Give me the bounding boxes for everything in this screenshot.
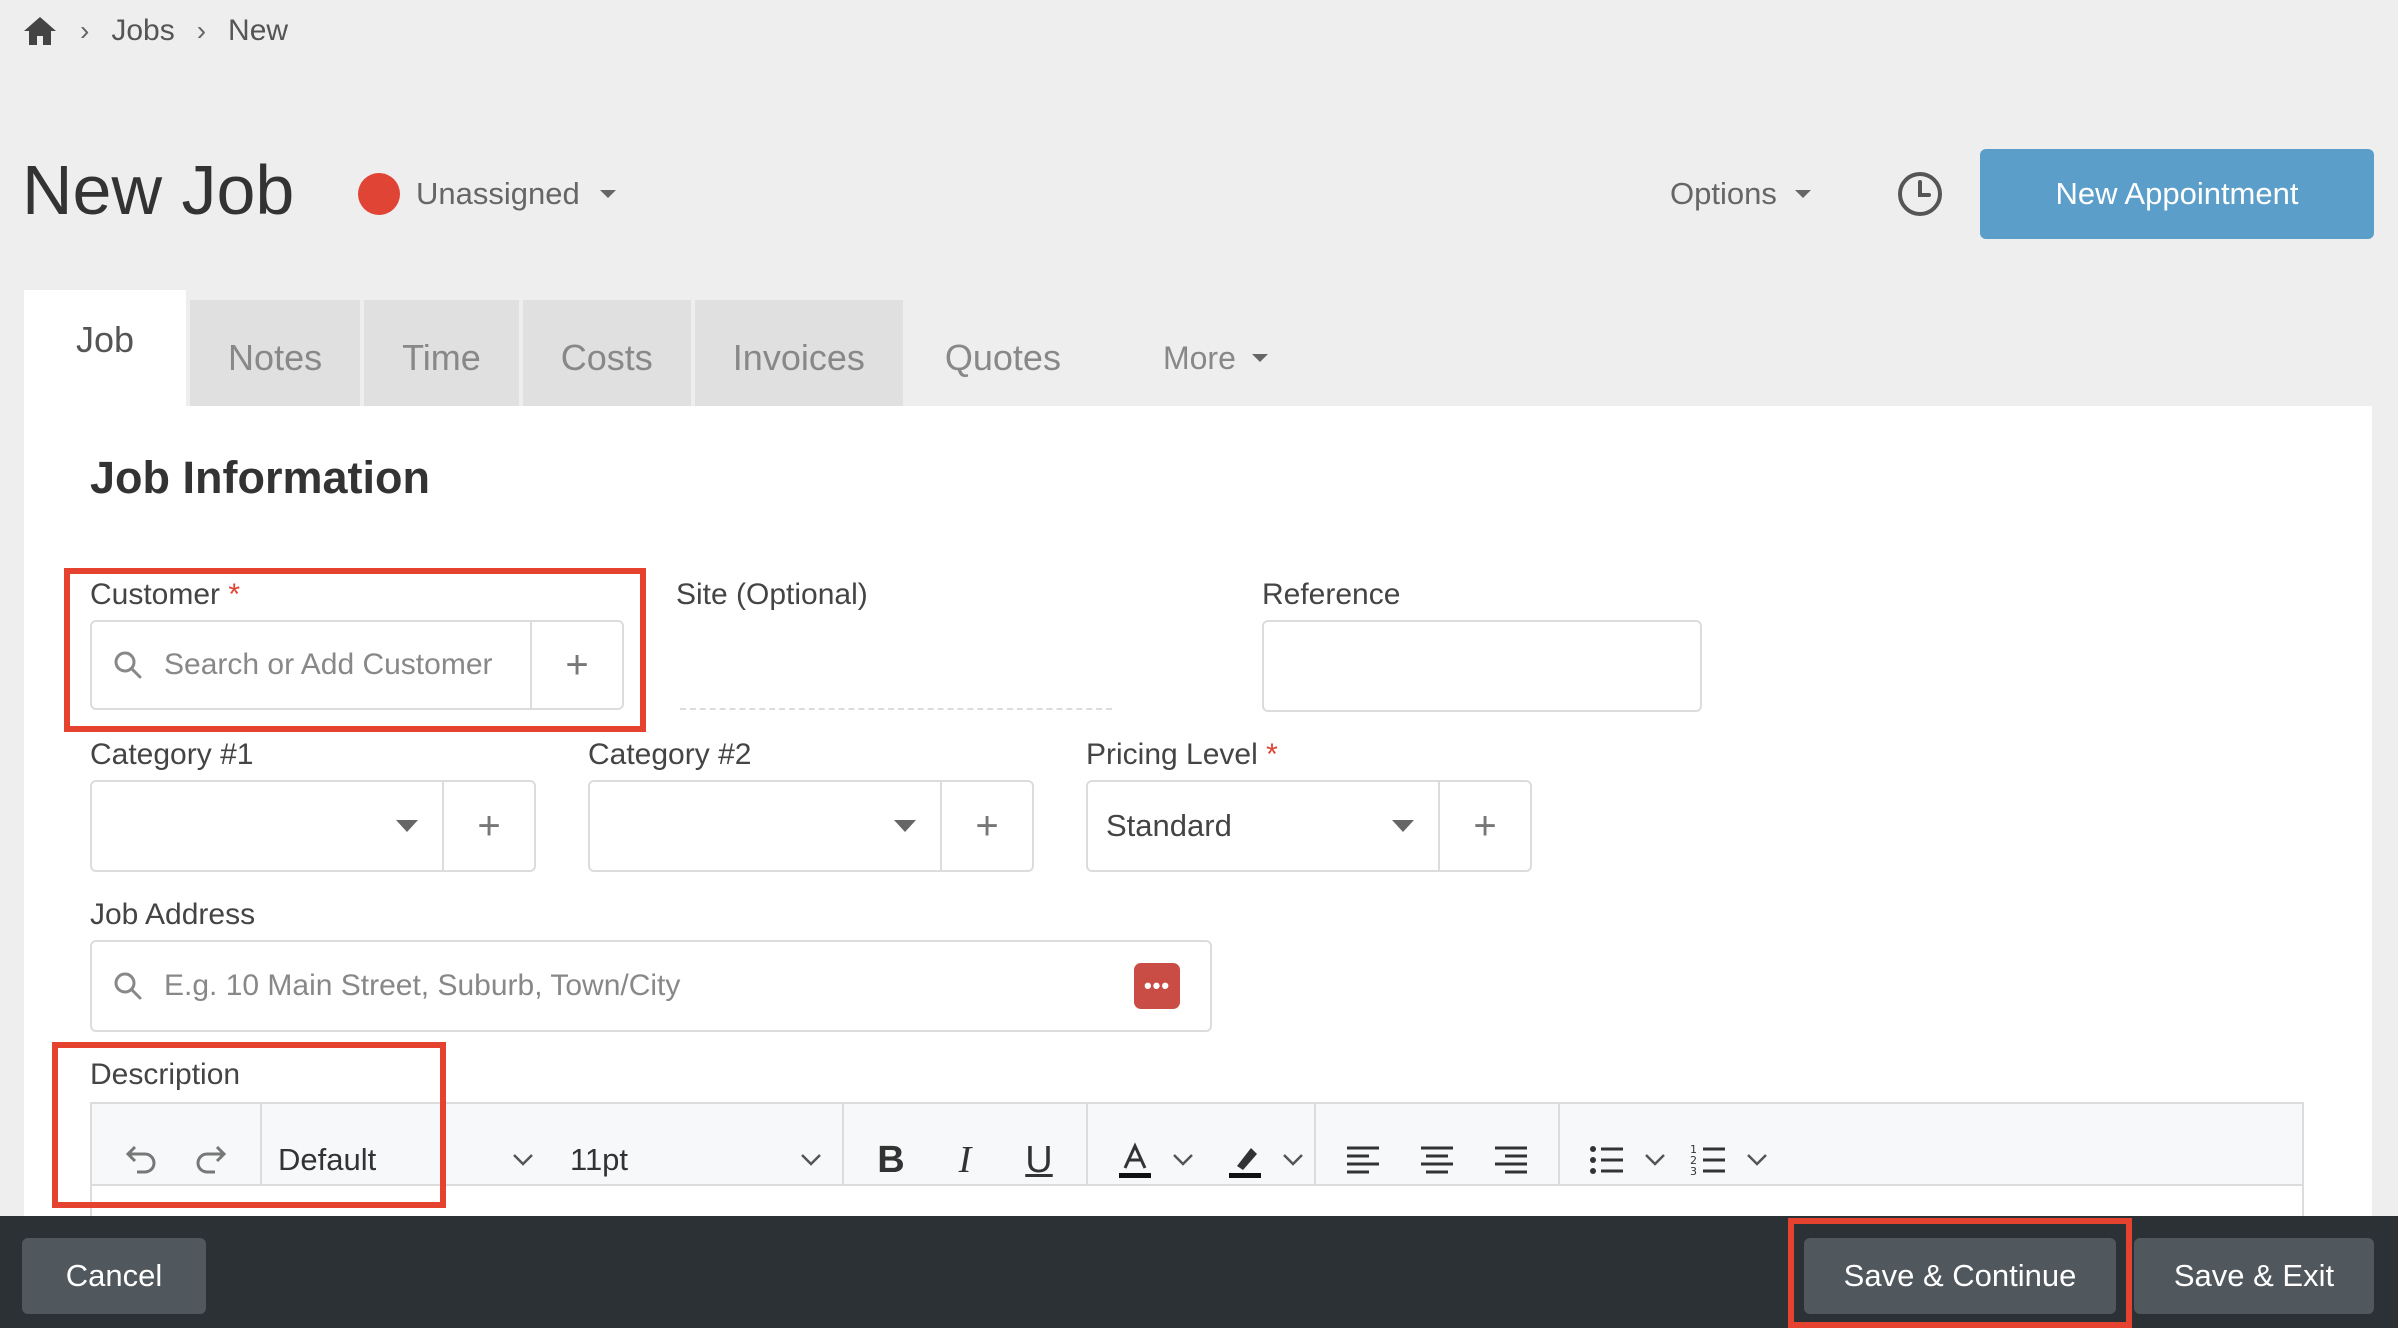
category1-select[interactable] — [92, 782, 442, 870]
add-category2-button[interactable]: + — [940, 782, 1032, 870]
chevron-down-icon[interactable] — [1746, 1153, 1768, 1167]
footer-action-bar: Cancel Save & Continue Save & Exit — [0, 1216, 2398, 1328]
options-label: Options — [1670, 176, 1777, 211]
chevron-down-icon[interactable] — [1644, 1153, 1666, 1167]
search-icon — [92, 942, 164, 1030]
category2-label: Category #2 — [588, 738, 752, 771]
address-field: ••• — [90, 940, 1212, 1032]
category2-field: + — [588, 780, 1034, 872]
caret-down-icon — [1392, 820, 1414, 832]
address-label: Job Address — [90, 898, 256, 931]
pricing-select[interactable]: Standard — [1088, 782, 1438, 870]
chevron-right-icon: › — [196, 15, 207, 46]
save-exit-button[interactable]: Save & Exit — [2134, 1238, 2374, 1314]
tab-more[interactable]: More — [1103, 300, 1320, 416]
reference-field — [1262, 620, 1702, 712]
new-appointment-button[interactable]: New Appointment — [1980, 149, 2374, 239]
required-mark: * — [1266, 738, 1278, 771]
cancel-button[interactable]: Cancel — [22, 1238, 206, 1314]
svg-text:3: 3 — [1690, 1165, 1697, 1178]
tab-time[interactable]: Time — [364, 300, 519, 416]
editor-body[interactable] — [90, 1184, 2304, 1216]
customer-field: + — [90, 620, 624, 710]
category1-field: + — [90, 780, 536, 872]
description-label: Description — [90, 1058, 241, 1091]
tab-more-label: More — [1162, 339, 1236, 376]
chevron-right-icon: › — [80, 15, 90, 46]
caret-down-icon — [1794, 190, 1811, 198]
category1-label: Category #1 — [90, 738, 254, 771]
job-form-panel: Job Information Customer * + Site (Optio… — [24, 406, 2372, 1216]
home-icon[interactable] — [22, 15, 58, 47]
tab-job[interactable]: Job — [24, 290, 187, 407]
add-pricing-button[interactable]: + — [1438, 782, 1530, 870]
caret-down-icon — [894, 820, 916, 832]
section-title: Job Information — [90, 452, 430, 503]
reference-input[interactable] — [1264, 622, 1700, 710]
tab-bar: Job Notes Time Costs Invoices Quotes Mor… — [24, 290, 1324, 416]
customer-search-input[interactable] — [164, 622, 530, 708]
tab-notes[interactable]: Notes — [190, 300, 361, 416]
pricing-value: Standard — [1106, 808, 1232, 843]
category2-select[interactable] — [590, 782, 940, 870]
add-category1-button[interactable]: + — [442, 782, 534, 870]
site-label: Site (Optional) — [676, 578, 868, 611]
add-customer-button[interactable]: + — [530, 622, 622, 708]
status-dot-icon — [358, 173, 400, 215]
breadcrumb-current: New — [228, 14, 289, 47]
address-input[interactable] — [164, 942, 1134, 1030]
font-size-value: 11pt — [570, 1142, 629, 1177]
pricing-label-text: Pricing Level — [1086, 738, 1258, 771]
site-select[interactable] — [680, 708, 1112, 710]
page-title: New Job — [22, 151, 295, 229]
save-continue-button[interactable]: Save & Continue — [1804, 1238, 2116, 1314]
reference-label: Reference — [1262, 578, 1401, 611]
status-dropdown[interactable]: Unassigned — [358, 172, 616, 216]
search-icon — [92, 622, 164, 708]
tab-invoices[interactable]: Invoices — [694, 300, 903, 416]
customer-label-text: Customer — [90, 578, 221, 611]
customer-label: Customer * — [90, 578, 240, 612]
ellipsis-icon[interactable]: ••• — [1134, 963, 1180, 1009]
breadcrumb: › Jobs › New — [22, 10, 288, 52]
caret-down-icon — [396, 820, 418, 832]
status-label: Unassigned — [416, 176, 580, 211]
chevron-down-icon — [512, 1153, 534, 1167]
caret-down-icon — [1251, 354, 1268, 362]
options-dropdown[interactable]: Options — [1670, 172, 1811, 216]
tab-costs[interactable]: Costs — [522, 300, 691, 416]
caret-down-icon — [599, 190, 616, 198]
pricing-field: Standard + — [1086, 780, 1532, 872]
breadcrumb-jobs-link[interactable]: Jobs — [111, 14, 174, 48]
chevron-down-icon[interactable] — [1282, 1153, 1304, 1167]
required-mark: * — [228, 578, 241, 611]
format-value: Default — [278, 1142, 377, 1177]
history-clock-icon[interactable] — [1896, 170, 1944, 218]
chevron-down-icon — [800, 1153, 822, 1167]
pricing-label: Pricing Level * — [1086, 738, 1278, 772]
tab-quotes[interactable]: Quotes — [907, 300, 1099, 416]
chevron-down-icon[interactable] — [1172, 1153, 1194, 1167]
